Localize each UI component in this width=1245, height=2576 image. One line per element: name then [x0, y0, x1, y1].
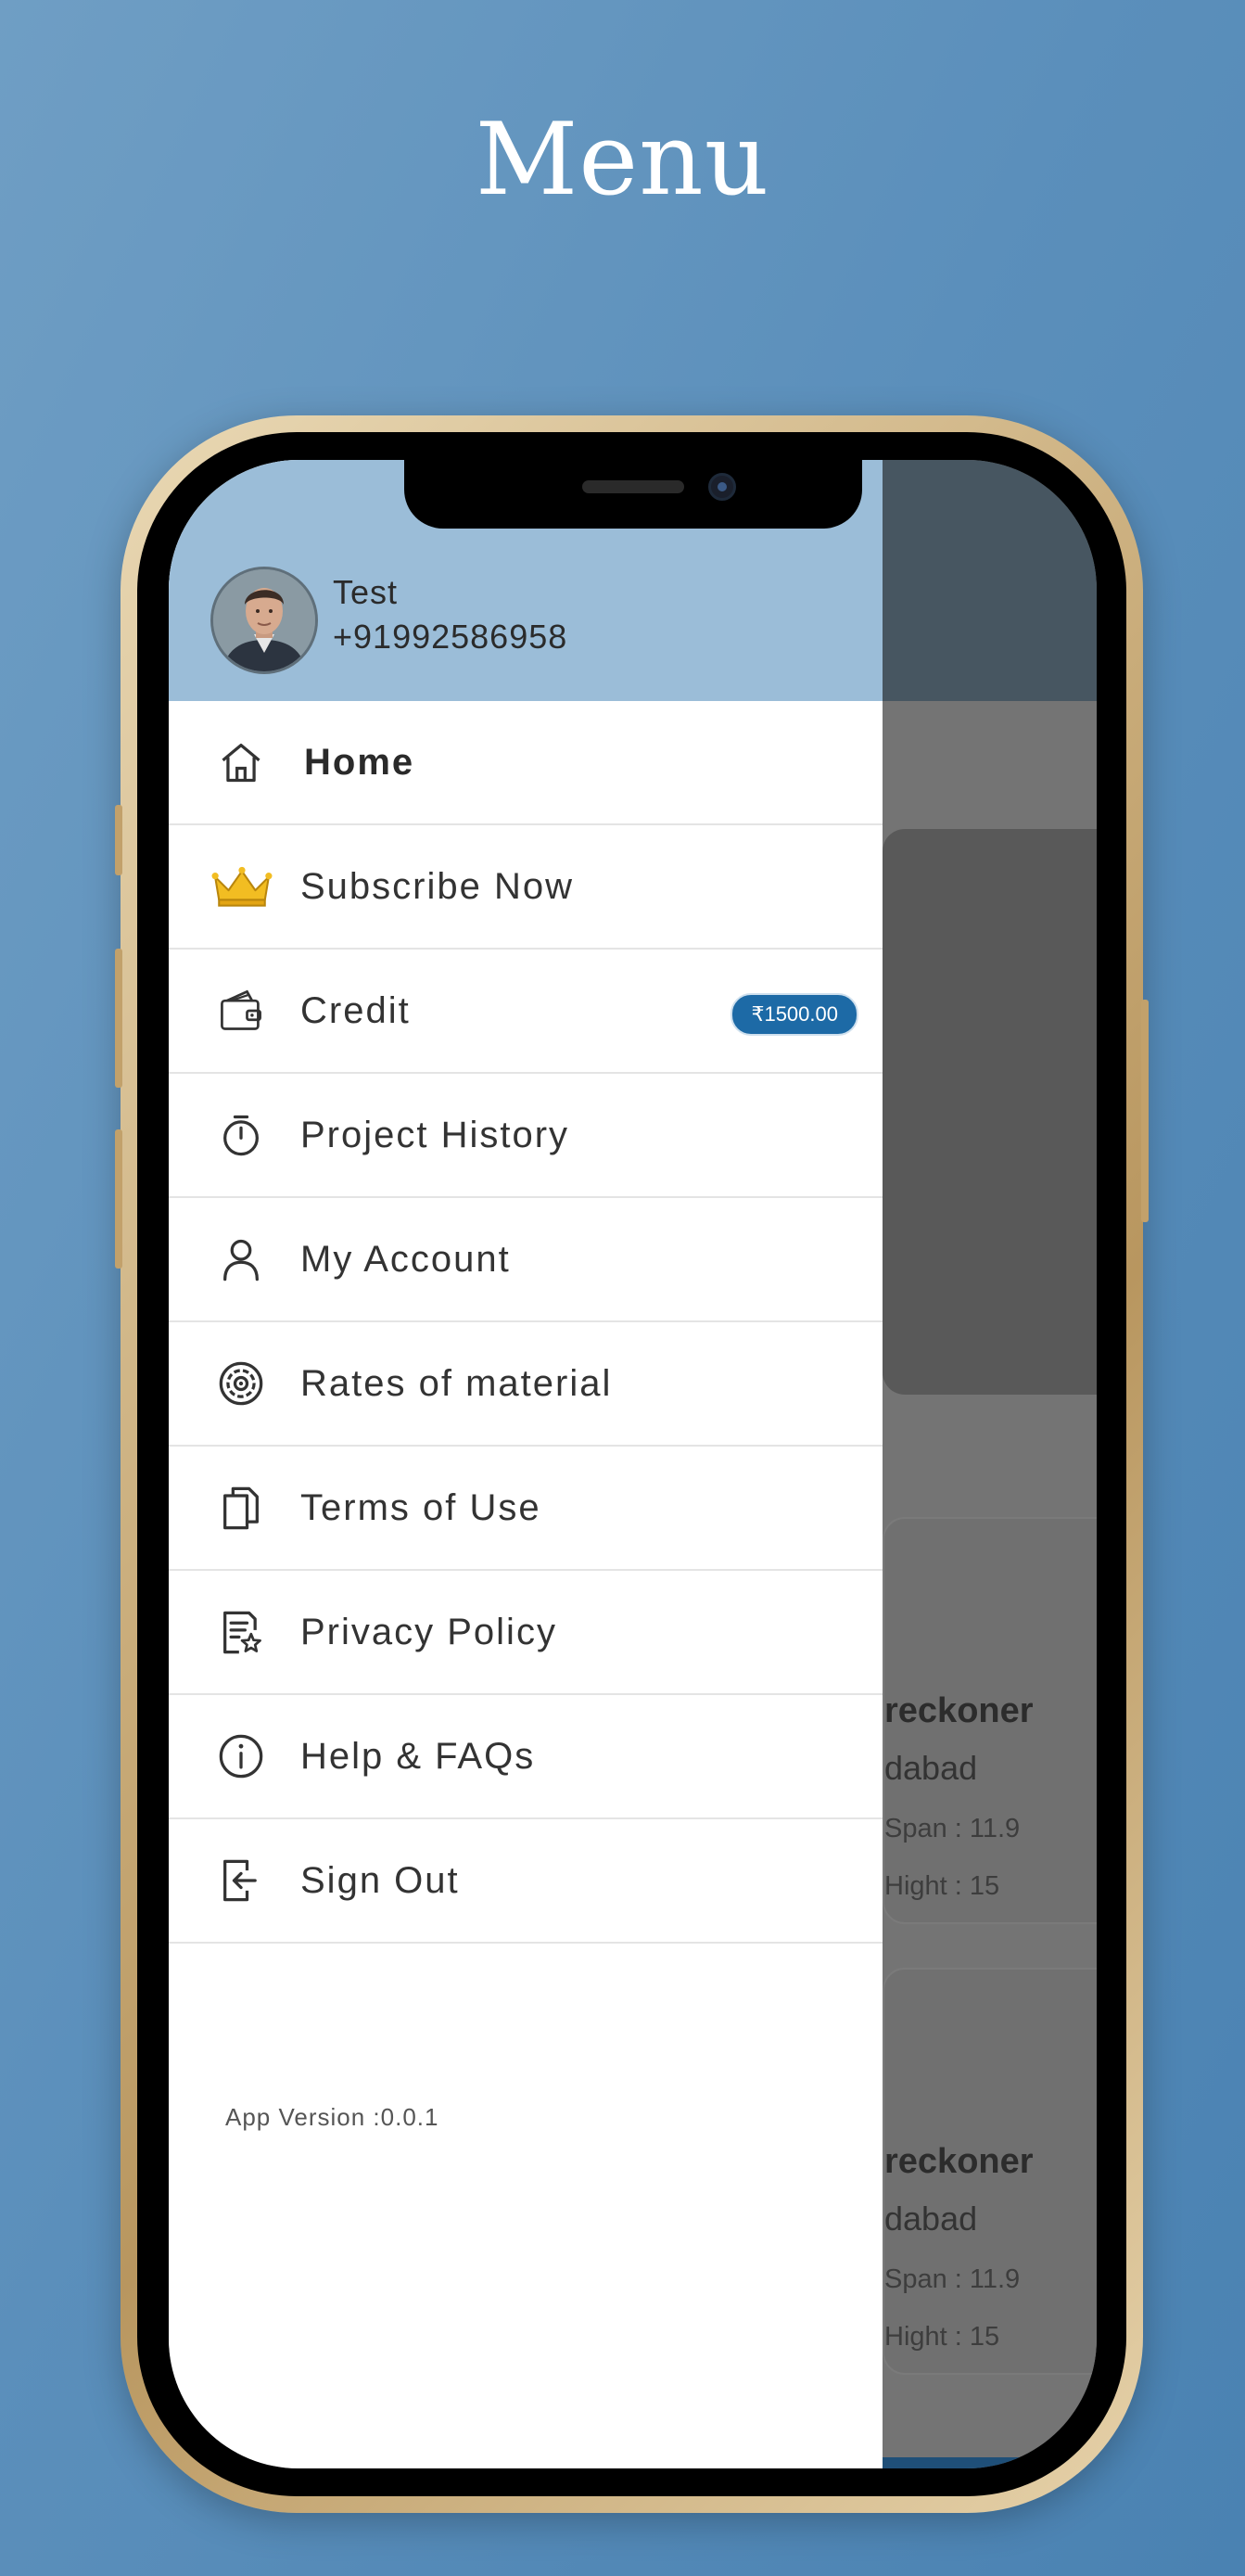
page-title: Menu	[475, 102, 770, 218]
menu-item-label: Privacy Policy	[300, 1611, 557, 1652]
menu-item-label: Help & FAQs	[300, 1735, 536, 1777]
card-span: Span : 11.9	[884, 2264, 1021, 2294]
home-icon	[215, 736, 267, 788]
card-title: reckoner	[884, 1691, 1034, 1730]
info-icon	[215, 1730, 267, 1782]
menu-item-label: Terms of Use	[300, 1486, 541, 1528]
crown-icon	[211, 861, 273, 912]
card-city: dabad	[884, 2200, 978, 2238]
app-version: App Version :0.0.1	[225, 2103, 439, 2131]
card-city: dabad	[884, 1749, 978, 1787]
user-name: Test	[333, 573, 399, 611]
background-banner	[883, 829, 1097, 1395]
stopwatch-icon	[215, 1109, 267, 1161]
menu-item-rates-of-material[interactable]: Rates of material	[169, 1322, 883, 1447]
navigation-drawer: Test +91992586958 Home Subscribe Now Cre…	[169, 460, 883, 2468]
drawer-menu: Home Subscribe Now Credit ₹1500.00 Proje…	[169, 701, 883, 1944]
menu-item-project-history[interactable]: Project History	[169, 1074, 883, 1198]
menu-item-my-account[interactable]: My Account	[169, 1198, 883, 1322]
menu-item-label: Subscribe Now	[300, 865, 575, 907]
menu-item-privacy-policy[interactable]: Privacy Policy	[169, 1571, 883, 1695]
avatar[interactable]	[210, 567, 318, 674]
user-icon	[215, 1233, 267, 1285]
document-icon	[215, 1482, 267, 1534]
wallet-icon	[215, 985, 267, 1037]
card-hight: Hight : 15	[884, 1871, 1000, 1901]
policy-icon	[215, 1606, 267, 1658]
phone-screen: › reckoner dabad Span : 11.9 Hight : 15 …	[169, 460, 1097, 2468]
menu-item-terms-of-use[interactable]: Terms of Use	[169, 1447, 883, 1571]
menu-item-subscribe[interactable]: Subscribe Now	[169, 825, 883, 950]
background-project-card: › reckoner dabad Span : 11.9 Hight : 15	[883, 1968, 1097, 2375]
menu-item-label: Rates of material	[300, 1362, 613, 1404]
card-title: reckoner	[884, 2142, 1034, 2181]
menu-item-label: Credit	[300, 989, 411, 1031]
menu-item-credit[interactable]: Credit ₹1500.00	[169, 950, 883, 1074]
menu-item-label: My Account	[300, 1238, 511, 1280]
background-project-card: › reckoner dabad Span : 11.9 Hight : 15	[883, 1517, 1097, 1924]
menu-item-label: Sign Out	[300, 1859, 460, 1901]
card-span: Span : 11.9	[884, 1814, 1021, 1843]
menu-item-label: Project History	[300, 1114, 570, 1155]
signout-icon	[215, 1855, 267, 1906]
card-hight: Hight : 15	[884, 2322, 1000, 2352]
target-icon	[215, 1358, 267, 1409]
menu-item-label: Home	[304, 741, 415, 783]
menu-item-home[interactable]: Home	[169, 701, 883, 825]
credit-balance-badge: ₹1500.00	[730, 993, 858, 1036]
background-bottom-bar	[883, 2457, 1097, 2468]
front-camera	[708, 473, 736, 501]
menu-item-help-faqs[interactable]: Help & FAQs	[169, 1695, 883, 1819]
speaker-grille	[582, 480, 684, 493]
menu-item-sign-out[interactable]: Sign Out	[169, 1819, 883, 1944]
user-phone: +91992586958	[333, 618, 568, 656]
